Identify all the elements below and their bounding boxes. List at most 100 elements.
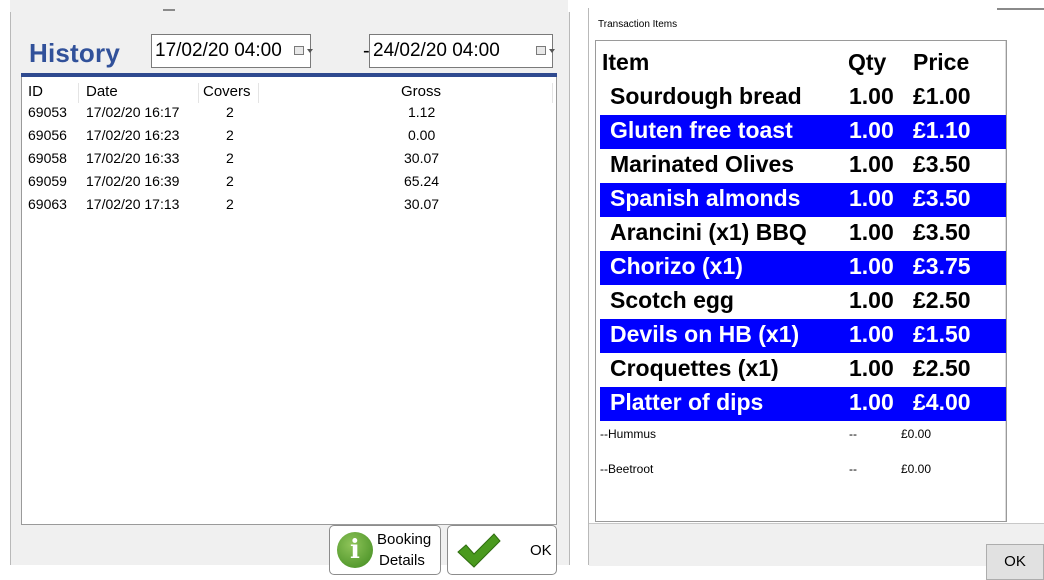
modifier-qty: -- (849, 427, 857, 441)
item-row[interactable]: Devils on HB (x1) 1.00 £1.50 (600, 319, 1006, 353)
row-date: 17/02/20 16:33 (86, 150, 180, 166)
item-name: Marinated Olives (610, 151, 795, 177)
transaction-items-list[interactable]: Item Qty Price Sourdough bread 1.00 £1.0… (595, 40, 1007, 522)
item-name: Scotch egg (610, 287, 734, 313)
item-name: Platter of dips (610, 389, 764, 415)
calendar-dropdown-icon[interactable] (294, 46, 313, 55)
booking-button-line2: Details (379, 552, 425, 569)
item-row[interactable]: Gluten free toast 1.00 £1.10 (600, 115, 1006, 149)
row-date: 17/02/20 16:17 (86, 104, 180, 120)
item-row[interactable]: Sourdough bread 1.00 £1.00 (600, 81, 1006, 115)
item-name: Croquettes (x1) (610, 355, 779, 381)
item-qty: 1.00 (849, 219, 894, 245)
row-covers: 2 (226, 150, 234, 166)
row-gross: 30.07 (404, 150, 440, 166)
row-covers: 2 (226, 196, 234, 212)
item-price: £3.75 (913, 253, 971, 279)
row-id: 69058 (28, 150, 67, 166)
item-price: £3.50 (913, 151, 971, 177)
date-to-picker[interactable]: 24/02/20 04:00 (369, 34, 555, 68)
ok-button[interactable]: OK (447, 525, 557, 575)
row-date: 17/02/20 17:13 (86, 196, 180, 212)
calendar-dropdown-icon[interactable] (536, 46, 555, 55)
column-header-price: Price (913, 49, 970, 75)
item-price: £2.50 (913, 355, 971, 381)
row-id: 69059 (28, 173, 67, 189)
item-price: £1.50 (913, 321, 971, 347)
item-price: £4.00 (913, 389, 971, 415)
item-price: £1.00 (913, 83, 971, 109)
item-price: £3.50 (913, 219, 971, 245)
row-covers: 2 (226, 127, 234, 143)
column-separator (258, 83, 259, 103)
item-name: Chorizo (x1) (610, 253, 743, 279)
column-separator (198, 83, 199, 103)
row-date: 17/02/20 16:39 (86, 173, 180, 189)
item-qty: 1.00 (849, 151, 894, 177)
item-qty: 1.00 (849, 389, 894, 415)
window-close-bar (997, 8, 1044, 10)
strip-marker (163, 9, 175, 11)
row-gross: 1.12 (408, 104, 436, 120)
item-price: £1.10 (913, 117, 971, 143)
item-qty: 1.00 (849, 185, 894, 211)
column-header-date[interactable]: Date (86, 83, 118, 103)
item-name: Gluten free toast (610, 117, 793, 143)
item-name: Devils on HB (x1) (610, 321, 800, 347)
row-gross: 30.07 (404, 196, 440, 212)
item-row[interactable]: Platter of dips 1.00 £4.00 (600, 387, 1006, 421)
ok-button-label: OK (530, 542, 552, 559)
checkmark-icon (457, 533, 501, 568)
info-icon: i (337, 532, 373, 568)
transaction-ok-button[interactable]: OK (986, 544, 1044, 580)
item-qty: 1.00 (849, 287, 894, 313)
item-row[interactable]: Scotch egg 1.00 £2.50 (600, 285, 1006, 319)
modifier-name: --Hummus (600, 427, 656, 441)
row-covers: 2 (226, 173, 234, 189)
item-name: Sourdough bread (610, 83, 802, 109)
row-id: 69063 (28, 196, 67, 212)
column-header-qty: Qty (848, 49, 887, 75)
item-qty: 1.00 (849, 117, 894, 143)
item-qty: 1.00 (849, 253, 894, 279)
column-separator (78, 83, 79, 103)
transaction-items-window: Transaction Items Item Qty Price Sourdou… (588, 8, 1044, 580)
history-list[interactable]: ID Date Covers Gross 69053 17/02/20 16:1… (21, 77, 557, 525)
transaction-window-title: Transaction Items (598, 19, 678, 30)
item-qty: 1.00 (849, 321, 894, 347)
column-header-covers[interactable]: Covers (203, 83, 251, 103)
column-header-id[interactable]: ID (28, 83, 43, 103)
item-row[interactable]: Spanish almonds 1.00 £3.50 (600, 183, 1006, 217)
history-window: History 17/02/20 04:00 - 24/02/20 04:00 … (10, 0, 570, 575)
row-date: 17/02/20 16:23 (86, 127, 180, 143)
history-frame: History 17/02/20 04:00 - 24/02/20 04:00 … (10, 12, 570, 575)
item-name: Arancini (x1) BBQ (610, 219, 807, 245)
date-from-picker[interactable]: 17/02/20 04:00 (151, 34, 313, 68)
row-covers: 2 (226, 104, 234, 120)
item-row[interactable]: Croquettes (x1) 1.00 £2.50 (600, 353, 1006, 387)
item-name: Spanish almonds (610, 185, 801, 211)
row-id: 69056 (28, 127, 67, 143)
modifier-price: £0.00 (901, 462, 932, 476)
booking-details-button[interactable]: i Booking Details (329, 525, 441, 575)
transaction-footer: OK (589, 523, 1044, 580)
row-gross: 0.00 (408, 127, 436, 143)
column-header-item: Item (602, 49, 650, 75)
column-separator (552, 83, 553, 103)
item-qty: 1.00 (849, 355, 894, 381)
row-id: 69053 (28, 104, 67, 120)
item-price: £2.50 (913, 287, 971, 313)
date-from-value: 17/02/20 04:00 (155, 40, 282, 61)
column-header-gross[interactable]: Gross (401, 83, 441, 103)
item-row[interactable]: Chorizo (x1) 1.00 £3.75 (600, 251, 1006, 285)
item-row[interactable]: Arancini (x1) BBQ 1.00 £3.50 (600, 217, 1006, 251)
row-gross: 65.24 (404, 173, 440, 189)
modifier-price: £0.00 (901, 427, 932, 441)
item-qty: 1.00 (849, 83, 894, 109)
item-row[interactable]: Marinated Olives 1.00 £3.50 (600, 149, 1006, 183)
modifier-qty: -- (849, 462, 857, 476)
item-price: £3.50 (913, 185, 971, 211)
date-to-value: 24/02/20 04:00 (373, 40, 500, 61)
modifier-name: --Beetroot (600, 462, 654, 476)
history-title: History (29, 38, 120, 68)
